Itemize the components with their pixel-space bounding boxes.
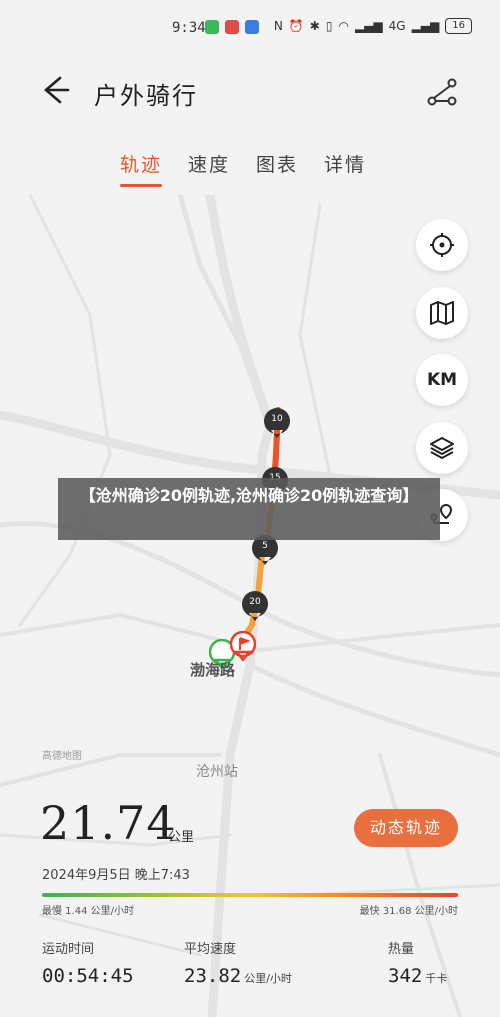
- page-title: 户外骑行: [94, 82, 198, 110]
- stat-label: 运动时间: [42, 942, 95, 957]
- speed-gradient-bar: [42, 893, 458, 897]
- status-right: N ⏰ ✱ ▯ ◠ ▂▄▆ 4G ▂▄▆ 16: [274, 18, 472, 34]
- tab-chart[interactable]: 图表: [256, 150, 298, 187]
- map-type-button[interactable]: [416, 287, 468, 339]
- locate-button[interactable]: [416, 219, 468, 271]
- distance-unit: 公里: [168, 830, 195, 845]
- notification-icons: [205, 20, 259, 34]
- alarm-icon: ⏰: [288, 19, 304, 33]
- km-marker-label: 20: [249, 597, 261, 607]
- header: 户外骑行: [0, 62, 500, 120]
- fastest-speed: 最快 31.68 公里/小时: [359, 906, 458, 917]
- route-share-icon[interactable]: [424, 74, 460, 110]
- tab-bar: 轨迹 速度 图表 详情: [120, 150, 366, 187]
- stat-duration: 运动时间 00:54:45: [42, 938, 134, 987]
- wifi-icon: ◠: [338, 19, 349, 33]
- stat-value: 342 千卡: [388, 965, 448, 987]
- vibrate-icon: ▯: [325, 19, 333, 33]
- animated-track-button[interactable]: 动态轨迹: [354, 809, 458, 847]
- app-notification-icon: [225, 20, 239, 34]
- locate-icon: [430, 233, 454, 257]
- signal-icon: ▂▄▆: [354, 19, 383, 33]
- km-toggle-button[interactable]: KM: [416, 354, 468, 406]
- battery-icon: 16: [445, 18, 472, 34]
- distance-value: 21.74: [40, 796, 177, 850]
- tab-speed[interactable]: 速度: [188, 150, 230, 187]
- slowest-speed: 最慢 1.44 公里/小时: [42, 906, 134, 917]
- nfc-icon: N: [273, 19, 283, 33]
- stat-label: 平均速度: [184, 942, 237, 957]
- tab-track[interactable]: 轨迹: [120, 150, 163, 187]
- status-bar: 9:34 N ⏰ ✱ ▯ ◠ ▂▄▆ 4G ▂▄▆ 16: [0, 0, 500, 58]
- message-icon: [245, 20, 259, 34]
- stat-calories: 热量 342 千卡: [388, 938, 447, 987]
- summary-panel: 21.74 公里 动态轨迹 2024年9月5日 晚上7:43 最慢 1.44 公…: [0, 740, 500, 1017]
- map-icon: [430, 301, 454, 325]
- layers-icon: [430, 437, 454, 459]
- workout-datetime: 2024年9月5日 晚上7:43: [42, 868, 190, 883]
- signal-icon-2: ▂▄▆: [411, 19, 440, 33]
- stat-label: 热量: [388, 942, 415, 957]
- km-toggle-label: KM: [426, 370, 458, 390]
- bluetooth-icon: ✱: [309, 19, 320, 33]
- km-marker-label: 5: [262, 541, 268, 551]
- stat-value: 23.82 公里/小时: [184, 965, 292, 987]
- tab-details[interactable]: 详情: [324, 150, 366, 187]
- status-time: 9:34: [172, 20, 206, 36]
- layers-button[interactable]: [416, 422, 468, 474]
- road-label: 渤海路: [190, 661, 236, 679]
- wechat-icon: [205, 20, 219, 34]
- back-arrow-icon[interactable]: [38, 74, 74, 110]
- network-type: 4G: [388, 19, 406, 33]
- km-marker-label: 10: [271, 414, 283, 424]
- stat-value: 00:54:45: [42, 965, 134, 987]
- title-banner: 【沧州确诊20例轨迹,沧州确诊20例轨迹查询】: [58, 478, 440, 540]
- stat-avg-speed: 平均速度 23.82 公里/小时: [184, 938, 292, 987]
